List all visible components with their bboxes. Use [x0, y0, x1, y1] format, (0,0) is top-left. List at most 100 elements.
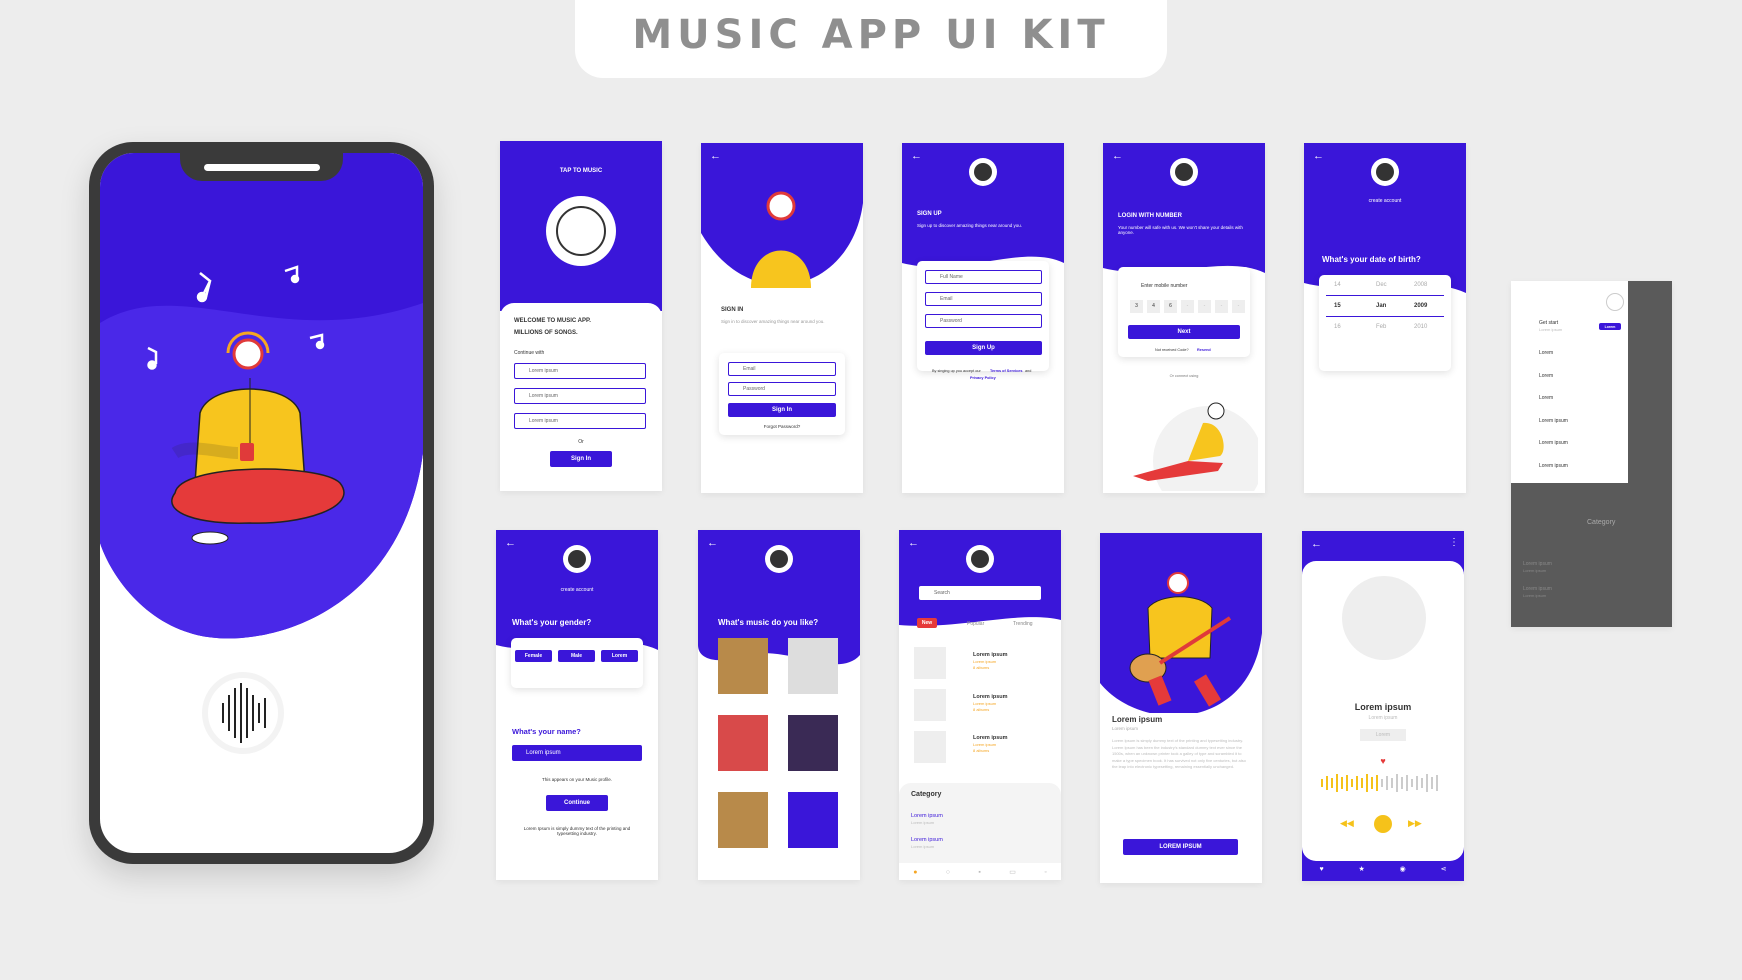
screen-home: ← Search New Popular Trending Lorem ipsu… — [899, 530, 1061, 880]
track-title[interactable]: Lorem ipsum — [973, 694, 1008, 700]
next-icon[interactable]: ▶▶ — [1408, 818, 1422, 829]
tab-new[interactable]: New — [917, 618, 937, 628]
heart-icon[interactable]: ♥ — [1319, 866, 1323, 873]
day-option[interactable]: 16 — [1334, 324, 1341, 330]
previous-icon[interactable]: ◀◀ — [1340, 818, 1354, 829]
continue-option[interactable]: Lorem ipsum — [514, 388, 646, 404]
back-arrow-icon[interactable]: ← — [1112, 150, 1123, 162]
resend-link[interactable]: Resend — [1197, 348, 1211, 352]
genre-card[interactable] — [788, 792, 838, 848]
back-arrow-icon[interactable]: ← — [710, 150, 721, 162]
eye-icon[interactable]: ◉ — [1400, 865, 1406, 873]
year-option[interactable]: 2008 — [1414, 282, 1427, 288]
dob-question: What's your date of birth? — [1322, 255, 1421, 264]
genre-card[interactable] — [788, 715, 838, 771]
share-icon[interactable]: ⋖ — [1441, 865, 1447, 873]
continue-button[interactable]: Continue — [546, 795, 608, 811]
date-picker[interactable] — [1319, 275, 1451, 371]
sign-in-button[interactable]: Sign In — [550, 451, 612, 467]
email-field[interactable]: Email — [925, 292, 1042, 306]
month-selected[interactable]: Jan — [1376, 303, 1386, 309]
signin-title: SIGN IN — [721, 307, 744, 313]
star-icon[interactable]: ★ — [1358, 865, 1364, 873]
more-icon[interactable]: ⋮ — [1449, 537, 1459, 548]
menu-item[interactable]: Lorem — [1539, 350, 1553, 356]
waveform-progress[interactable] — [1320, 773, 1446, 793]
back-arrow-icon[interactable]: ← — [911, 150, 922, 162]
screen-artist: Lorem ipsum Lorem ipsum Lorem Ipsum is s… — [1100, 533, 1262, 883]
search-input[interactable]: Search — [919, 586, 1041, 600]
forgot-password-link[interactable]: Forgot Password? — [701, 424, 863, 429]
app-logo-icon — [765, 545, 793, 573]
continue-option[interactable]: Lorem ipsum — [514, 363, 646, 379]
gender-option[interactable]: Male — [558, 650, 595, 662]
year-selected[interactable]: 2009 — [1414, 303, 1427, 309]
category-item[interactable]: Lorem ipsum — [911, 813, 943, 819]
menu-item[interactable]: Lorem — [1539, 395, 1553, 401]
name-input[interactable]: Lorem ipsum — [512, 745, 642, 761]
back-arrow-icon[interactable]: ← — [1311, 538, 1322, 550]
menu-item[interactable]: Lorem ipsum — [1539, 440, 1568, 446]
day-selected[interactable]: 15 — [1334, 303, 1341, 309]
terms-link[interactable]: Terms of Services — [990, 369, 1022, 373]
gender-option[interactable]: Female — [515, 650, 552, 662]
heart-icon[interactable]: ♥ — [1302, 756, 1464, 766]
category-heading: Category — [911, 791, 942, 798]
avatar[interactable] — [1606, 293, 1624, 311]
genre-card[interactable] — [718, 638, 768, 694]
month-option[interactable]: Dec — [1376, 282, 1387, 288]
track-albums: 8 albums — [973, 748, 990, 753]
title-banner: MUSIC APP UI KIT — [575, 0, 1167, 78]
track-title[interactable]: Lorem ipsum — [973, 652, 1008, 658]
privacy-link[interactable]: Privacy Policy — [970, 376, 996, 380]
email-field[interactable]: Email — [728, 362, 836, 376]
screen-music-preference: ← What's music do you like? — [698, 530, 860, 880]
password-field[interactable]: Password — [728, 382, 836, 396]
sign-up-button[interactable]: Sign Up — [925, 341, 1042, 355]
menu-item[interactable]: Lorem ipsum — [1539, 418, 1568, 424]
category-item[interactable]: Lorem ipsum — [911, 837, 943, 843]
otp-digits[interactable]: 3 4 6 - - - - — [1130, 300, 1245, 313]
menu-item[interactable]: Lorem ipsum — [1539, 463, 1568, 469]
mic-icon[interactable]: ▪ — [978, 869, 980, 876]
back-arrow-icon[interactable]: ← — [908, 537, 919, 549]
bottom-tab-bar: ♥ ★ ◉ ⋖ — [1302, 861, 1464, 877]
pause-button[interactable] — [1374, 815, 1392, 833]
phone-screen — [100, 153, 423, 853]
gender-option[interactable]: Lorem — [601, 650, 638, 662]
back-arrow-icon[interactable]: ← — [707, 537, 718, 549]
waveform-icon[interactable] — [546, 196, 616, 266]
genre-card[interactable] — [718, 715, 768, 771]
tab-trending[interactable]: Trending — [1013, 621, 1033, 627]
mail-icon[interactable]: ▭ — [1009, 868, 1016, 876]
screen-login-number: ← LOGIN WITH NUMBER Your number will saf… — [1103, 143, 1265, 493]
screen-sign-in: ← SIGN IN Sign in to discover amazing th… — [701, 143, 863, 493]
name-question: What's your name? — [512, 727, 581, 736]
sign-in-button[interactable]: Sign In — [728, 403, 836, 417]
tab-popular[interactable]: Popular — [967, 621, 984, 627]
profile-note: This appears on your Music profile. — [541, 777, 613, 782]
fullname-field[interactable]: Full Name — [925, 270, 1042, 284]
password-field[interactable]: Password — [925, 314, 1042, 328]
listener-illustration — [751, 191, 811, 288]
mobile-input[interactable]: Enter mobile number — [1141, 283, 1187, 289]
bg-row-sub: Lorem ipsum — [1523, 568, 1547, 573]
genre-card[interactable] — [718, 792, 768, 848]
continue-option[interactable]: Lorem ipsum — [514, 413, 646, 429]
phone-mockup — [89, 142, 434, 864]
genre-card[interactable] — [788, 638, 838, 694]
month-option[interactable]: Feb — [1376, 324, 1386, 330]
back-arrow-icon[interactable]: ← — [1313, 150, 1324, 162]
back-arrow-icon[interactable]: ← — [505, 537, 516, 549]
year-option[interactable]: 2010 — [1414, 324, 1427, 330]
artist-action-button[interactable]: LOREM IPSUM — [1123, 839, 1238, 855]
user-icon[interactable]: ◦ — [1044, 869, 1046, 876]
search-icon[interactable]: ○ — [946, 869, 950, 876]
next-button[interactable]: Next — [1128, 325, 1240, 339]
day-option[interactable]: 14 — [1334, 282, 1341, 288]
menu-item[interactable]: Lorem — [1539, 373, 1553, 379]
gender-question: What's your gender? — [512, 618, 592, 627]
track-title[interactable]: Lorem ipsum — [973, 735, 1008, 741]
home-icon[interactable]: ● — [913, 869, 917, 876]
menu-badge[interactable]: Lorem — [1599, 323, 1621, 330]
